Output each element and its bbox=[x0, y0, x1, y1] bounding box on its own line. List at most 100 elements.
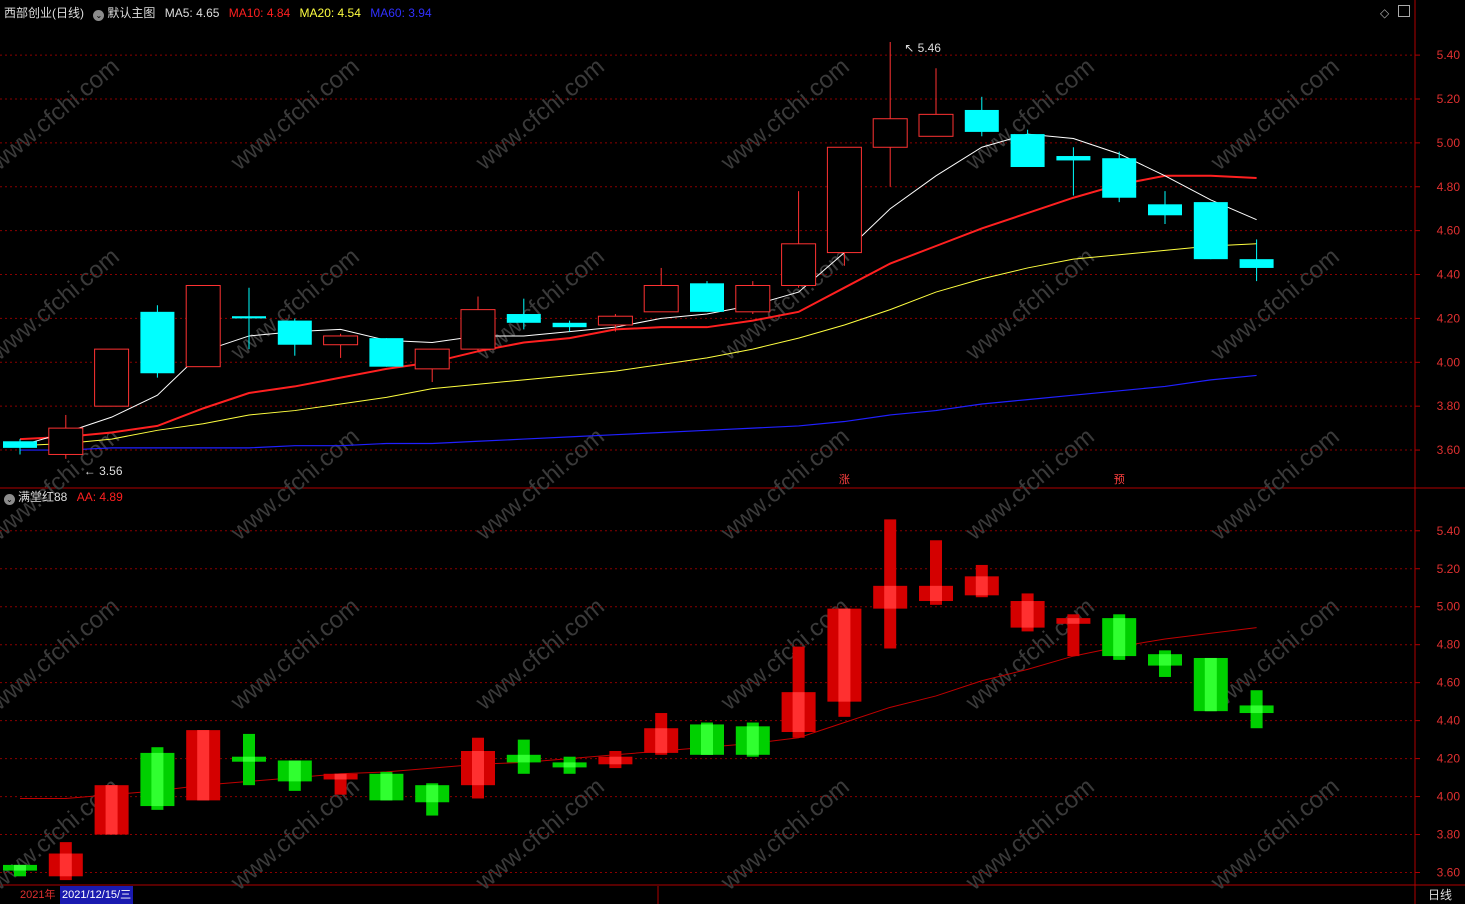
y-tick-label: 5.20 bbox=[1437, 92, 1461, 106]
chart-canvas[interactable]: www.cfchi.com www.cfchi.com www.cfchi.com w… bbox=[0, 0, 1465, 904]
indicator-bar-core bbox=[59, 853, 72, 877]
main-chart-header: 西部创业(日线) ⌄ 默认主图 MA5: 4.65 MA10: 4.84 MA20… bbox=[4, 6, 438, 21]
window-icon[interactable] bbox=[1398, 5, 1410, 17]
y-tick-label: 4.40 bbox=[1437, 268, 1461, 282]
indicator-bar-core bbox=[884, 585, 897, 609]
watermark-text: www.cfchi.com bbox=[225, 423, 365, 546]
candle-body-up bbox=[781, 243, 817, 286]
ma60-label: MA60: bbox=[370, 6, 405, 20]
candle-body-up bbox=[48, 427, 84, 455]
ma5-label: MA5: bbox=[164, 6, 193, 20]
y-tick-label: 4.00 bbox=[1437, 790, 1461, 804]
indicator-bar-core bbox=[609, 756, 622, 765]
candle-body-up bbox=[323, 335, 359, 346]
candle-body-down bbox=[1102, 158, 1137, 198]
candle-body-down bbox=[140, 311, 175, 374]
indicator-bar-core bbox=[701, 724, 713, 755]
period-button[interactable]: 日线 bbox=[1416, 886, 1464, 904]
y-tick-label: 4.80 bbox=[1437, 180, 1461, 194]
y-tick-label: 5.20 bbox=[1437, 562, 1461, 576]
indicator-bar-core bbox=[105, 785, 118, 835]
watermark-text: www.cfchi.com bbox=[960, 243, 1100, 366]
ma60-value: 3.94 bbox=[408, 6, 432, 20]
candle-body-down bbox=[3, 441, 37, 448]
watermark-text: www.cfchi.com bbox=[1205, 53, 1345, 176]
watermark-text: www.cfchi.com bbox=[470, 53, 610, 176]
watermark-text: www.cfchi.com bbox=[470, 593, 610, 716]
y-tick-label: 4.60 bbox=[1437, 676, 1461, 690]
indicator-bar-core bbox=[151, 752, 164, 807]
indicator-bar-core bbox=[563, 762, 576, 768]
ma5-value: 4.65 bbox=[196, 6, 220, 20]
y-tick-label: 5.40 bbox=[1437, 524, 1461, 538]
candle-body-up bbox=[94, 348, 130, 407]
signal-marker: 预 bbox=[1114, 473, 1125, 486]
candle-body-down bbox=[506, 314, 541, 323]
aa-value: 4.89 bbox=[99, 490, 123, 504]
y-tick-label: 4.80 bbox=[1437, 638, 1461, 652]
watermark-text: www.cfchi.com bbox=[0, 243, 125, 366]
chevron-down-icon[interactable]: ⌄ bbox=[93, 10, 105, 21]
candle-body-down bbox=[232, 316, 266, 319]
indicator-bar-core bbox=[1067, 618, 1080, 624]
watermark-text: www.cfchi.com bbox=[470, 423, 610, 546]
signal-marker: 涨 bbox=[839, 473, 850, 486]
ma20-value: 4.54 bbox=[337, 6, 361, 20]
y-tick-label: 5.00 bbox=[1437, 600, 1461, 614]
y-tick-label: 4.20 bbox=[1437, 311, 1461, 325]
indicator-bar-core bbox=[1159, 654, 1171, 666]
candle-body-down bbox=[1239, 259, 1274, 268]
candle-body-up bbox=[872, 118, 908, 148]
y-tick-label: 5.40 bbox=[1437, 48, 1461, 62]
y-tick-label: 3.80 bbox=[1437, 828, 1461, 842]
indicator-bar-core bbox=[1250, 705, 1263, 714]
indicator-bar-core bbox=[334, 773, 347, 780]
candle-body-up bbox=[826, 146, 862, 254]
watermark-text: www.cfchi.com bbox=[1205, 243, 1345, 366]
indicator-bar-core bbox=[517, 754, 530, 763]
candle-body-down bbox=[964, 109, 999, 132]
stock-name[interactable]: 西部创业 bbox=[4, 6, 52, 20]
indicator-bar-core bbox=[288, 760, 301, 782]
y-tick-label: 3.60 bbox=[1437, 443, 1461, 457]
indicator-bar-core bbox=[930, 585, 942, 602]
indicator-bar-core bbox=[655, 728, 668, 753]
y-tick-label: 4.00 bbox=[1437, 355, 1461, 369]
candle-body-down bbox=[277, 320, 312, 345]
watermark-text: www.cfchi.com bbox=[225, 593, 365, 716]
indicator-bar-wick bbox=[884, 519, 897, 649]
watermark-text: www.cfchi.com bbox=[0, 53, 125, 176]
y-tick-label: 5.00 bbox=[1437, 136, 1461, 150]
year-label: 2021年 bbox=[20, 889, 56, 901]
price-annotation: ← 3.56 bbox=[84, 464, 123, 478]
y-tick-label: 4.60 bbox=[1437, 224, 1461, 238]
main-chart-name[interactable]: 默认主图 bbox=[107, 6, 155, 20]
indicator-bar-core bbox=[975, 576, 988, 596]
diamond-icon[interactable]: ◇ bbox=[1380, 6, 1389, 20]
indicator-bar-core bbox=[243, 756, 255, 762]
period-tag: (日线) bbox=[52, 6, 85, 20]
ma10-value: 4.84 bbox=[266, 6, 291, 20]
indicator-bar-core bbox=[746, 726, 759, 755]
candle-body-up bbox=[460, 309, 496, 350]
indicator-name[interactable]: 满堂红88 bbox=[18, 490, 67, 504]
indicator-bar-core bbox=[838, 608, 851, 702]
indicator-header: ⌄ 满堂红88 AA: 4.89 bbox=[4, 490, 129, 505]
indicator-bar-core bbox=[472, 751, 484, 786]
y-tick-label: 4.40 bbox=[1437, 714, 1461, 728]
aa-label: AA: bbox=[76, 490, 97, 504]
ma10-label: MA10: bbox=[228, 6, 264, 20]
y-tick-label: 4.20 bbox=[1437, 752, 1461, 766]
chevron-down-icon[interactable]: ⌄ bbox=[4, 494, 15, 505]
candle-body-down bbox=[1148, 204, 1182, 216]
watermark-text: www.cfchi.com bbox=[0, 593, 125, 716]
indicator-bar-core bbox=[1204, 657, 1217, 712]
watermark-text: www.cfchi.com bbox=[1205, 423, 1345, 546]
candle-body-up bbox=[643, 284, 679, 313]
watermark-text: www.cfchi.com bbox=[715, 423, 855, 546]
y-tick-label: 3.60 bbox=[1437, 866, 1461, 880]
y-tick-label: 3.80 bbox=[1437, 399, 1461, 413]
candle-body-up bbox=[735, 284, 771, 313]
candle-body-up bbox=[597, 315, 633, 326]
candle-body-down bbox=[369, 338, 404, 367]
